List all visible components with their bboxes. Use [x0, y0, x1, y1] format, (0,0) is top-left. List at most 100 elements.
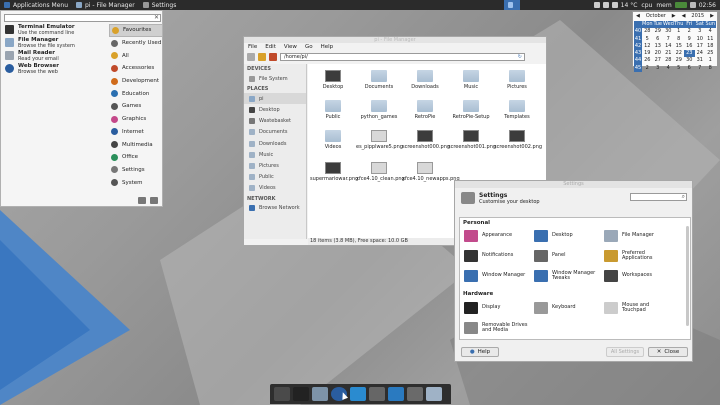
file-item[interactable]: Music: [448, 70, 494, 91]
settings-manager-icon[interactable]: [138, 197, 146, 204]
settings-item-window-manager[interactable]: Window Manager: [464, 270, 534, 282]
category-games[interactable]: Games: [109, 100, 163, 113]
scrollbar[interactable]: [686, 226, 689, 326]
file-item[interactable]: screenshot001.png: [448, 130, 496, 151]
calendar-day[interactable]: 25: [705, 50, 716, 57]
file-item[interactable]: python_games: [356, 100, 402, 121]
file-item[interactable]: Desktop: [310, 70, 356, 91]
menu-edit[interactable]: Edit: [265, 43, 276, 51]
fav-file-manager[interactable]: File Manager Browse the file system: [3, 37, 108, 50]
sidebar-item-videos[interactable]: Videos: [244, 183, 306, 194]
reload-icon[interactable]: ↻: [518, 54, 522, 60]
calendar-day[interactable]: 3: [653, 65, 664, 72]
calendar-day[interactable]: 30: [663, 28, 674, 35]
sidebar-item-file-system[interactable]: File System: [244, 73, 306, 84]
search-input[interactable]: ⌕: [630, 193, 687, 201]
calendar-day[interactable]: 9: [684, 36, 695, 43]
category-multimedia[interactable]: Multimedia: [109, 138, 163, 151]
show-desktop-icon[interactable]: [274, 387, 290, 401]
calendar-day[interactable]: 16: [684, 43, 695, 50]
category-development[interactable]: Development: [109, 75, 163, 88]
settings-item-appearance[interactable]: Appearance: [464, 230, 534, 242]
sidebar-item-documents[interactable]: Documents: [244, 127, 306, 138]
file-item[interactable]: screenshot000.png: [402, 130, 450, 151]
calendar-day[interactable]: 27: [653, 57, 664, 64]
location-bar[interactable]: /home/pi/ ↻: [280, 53, 525, 61]
settings-item-preferred-applications[interactable]: Preferred Applications: [604, 250, 674, 262]
sidebar-item-wastebasket[interactable]: Wastebasket: [244, 116, 306, 127]
file-item[interactable]: Public: [310, 100, 356, 121]
power-icon[interactable]: [689, 2, 696, 8]
calendar-day[interactable]: 5: [674, 65, 685, 72]
sidebar-item-desktop[interactable]: Desktop: [244, 104, 306, 115]
calendar-day[interactable]: 17: [695, 43, 706, 50]
calendar-day[interactable]: 7: [663, 36, 674, 43]
calendar-day[interactable]: 10: [695, 36, 706, 43]
calendar-day[interactable]: 20: [653, 50, 664, 57]
calendar-day[interactable]: 11: [705, 36, 716, 43]
category-education[interactable]: Education: [109, 87, 163, 100]
file-item[interactable]: RetroPie: [402, 100, 448, 121]
settings-item-panel[interactable]: Panel: [534, 250, 604, 262]
calendar-day[interactable]: 6: [684, 65, 695, 72]
sidebar-item-public[interactable]: Public: [244, 172, 306, 183]
kodi-icon[interactable]: [350, 387, 366, 401]
applications-menu-button[interactable]: Applications Menu: [0, 0, 72, 10]
category-graphics[interactable]: Graphics: [109, 113, 163, 126]
file-item[interactable]: Downloads: [402, 70, 448, 91]
settings-item-notifications[interactable]: Notifications: [464, 250, 534, 262]
folder-icon[interactable]: [426, 387, 442, 401]
sidebar-item-downloads[interactable]: Downloads: [244, 138, 306, 149]
volume-icon[interactable]: [602, 2, 609, 8]
file-item[interactable]: xfce4.10_clean.png: [356, 162, 405, 183]
file-item[interactable]: Videos: [310, 130, 356, 151]
calendar-day[interactable]: 1: [674, 28, 685, 35]
file-manager-icon[interactable]: [312, 387, 328, 401]
file-item[interactable]: screenshot002.png: [494, 130, 542, 151]
calendar-day[interactable]: 29: [674, 57, 685, 64]
clear-icon[interactable]: ✕: [154, 14, 159, 21]
calendar-day[interactable]: 4: [705, 28, 716, 35]
file-item[interactable]: xfce4.10_newapps.png: [402, 162, 460, 183]
calendar-day[interactable]: 24: [695, 50, 706, 57]
calendar-day[interactable]: 1: [705, 57, 716, 64]
calendar-day[interactable]: 23: [684, 50, 695, 58]
sidebar-item-pictures[interactable]: Pictures: [244, 160, 306, 171]
search-input[interactable]: ✕: [4, 14, 161, 22]
file-item[interactable]: Pictures: [494, 70, 540, 91]
file-item[interactable]: es_pipplware5.png: [356, 130, 403, 151]
calendar-day[interactable]: 15: [674, 43, 685, 50]
calendar-day[interactable]: 29: [653, 28, 664, 35]
prev-month-icon[interactable]: ◀: [636, 13, 640, 19]
log-out-icon[interactable]: [150, 197, 158, 204]
calendar-day[interactable]: 12: [642, 43, 653, 50]
settings-item-mouse[interactable]: Mouse and Touchpad: [604, 302, 674, 314]
clock[interactable]: 02:56: [699, 2, 716, 9]
settings-item-window-manager-tweaks[interactable]: Window Manager Tweaks: [534, 270, 604, 282]
category-settings[interactable]: Settings: [109, 164, 163, 177]
settings-item-keyboard[interactable]: Keyboard: [534, 302, 604, 314]
calendar-day[interactable]: 4: [663, 65, 674, 72]
next-year-icon[interactable]: ▶: [710, 13, 714, 19]
category-recently-used[interactable]: Recently Used: [109, 37, 163, 50]
terminal-icon[interactable]: [293, 387, 309, 401]
settings-item-workspaces[interactable]: Workspaces: [604, 270, 674, 282]
sidebar-item-pi[interactable]: pi: [244, 93, 306, 105]
category-internet[interactable]: Internet: [109, 126, 163, 139]
network-icon[interactable]: [593, 2, 600, 8]
file-item[interactable]: Documents: [356, 70, 402, 91]
calendar-day[interactable]: 31: [695, 57, 706, 64]
settings-item-display[interactable]: Display: [464, 302, 534, 314]
menu-view[interactable]: View: [284, 43, 297, 51]
fav-web-browser[interactable]: Web Browser Browse the web: [3, 63, 108, 76]
menu-help[interactable]: Help: [321, 43, 334, 51]
calendar-day[interactable]: 8: [705, 65, 716, 72]
category-all[interactable]: All: [109, 49, 163, 62]
prev-year-icon[interactable]: ◀: [682, 13, 686, 19]
calendar-day[interactable]: 19: [642, 50, 653, 57]
close-button[interactable]: ✕ Close: [648, 347, 688, 357]
calendar-day[interactable]: 2: [642, 65, 653, 72]
calendar-day[interactable]: 3: [695, 28, 706, 35]
all-settings-button[interactable]: All Settings: [606, 347, 644, 357]
home-icon[interactable]: [269, 53, 277, 61]
